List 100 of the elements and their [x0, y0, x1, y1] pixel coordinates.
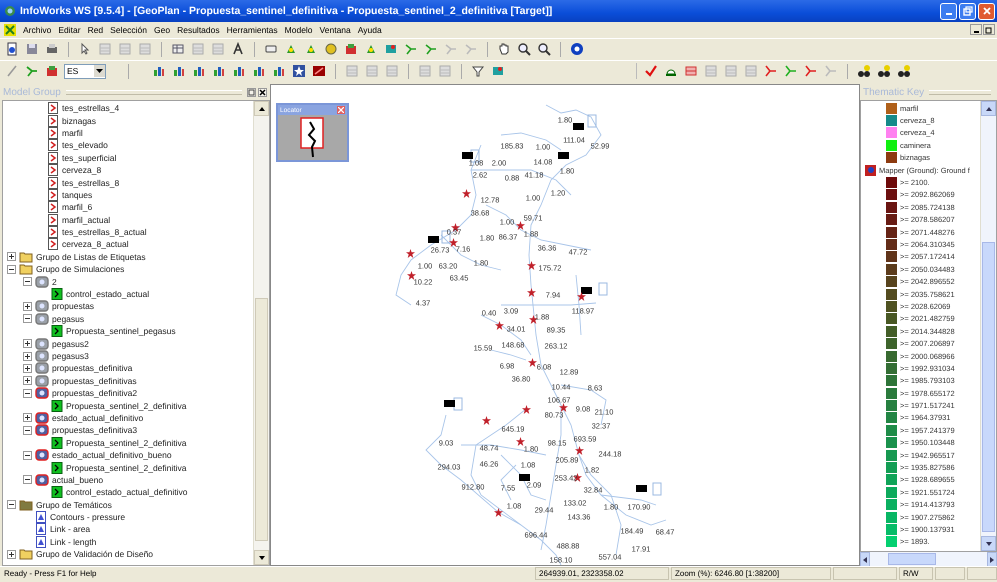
binoculars-icon[interactable] — [856, 63, 872, 79]
tree-toggle[interactable] — [23, 426, 32, 435]
tree-item[interactable]: estado_actual_definitivo — [52, 412, 144, 423]
document-icon — [51, 436, 63, 449]
star-icon[interactable] — [559, 403, 568, 412]
star-icon[interactable] — [527, 261, 536, 270]
star-icon[interactable] — [516, 221, 525, 230]
menu-item[interactable]: Ayuda — [358, 24, 382, 34]
tree-item[interactable]: Grupo de Validación de Diseño — [36, 549, 154, 560]
star-icon[interactable] — [406, 249, 415, 258]
tree-toggle[interactable] — [7, 252, 16, 262]
branch-icon[interactable] — [763, 63, 779, 79]
star-icon[interactable] — [516, 437, 525, 446]
tree-item[interactable]: biznagas — [62, 116, 96, 126]
tree-item[interactable]: tes_estrellas_8_actual — [62, 227, 147, 238]
star-icon[interactable] — [577, 292, 586, 301]
tree-item[interactable]: tes_elevado — [62, 140, 108, 150]
tree-toggle[interactable] — [7, 264, 16, 274]
scrollbar[interactable] — [253, 101, 269, 565]
tree-item[interactable]: tes_estrellas_4 — [62, 103, 120, 114]
tree-item[interactable]: propuestas — [52, 301, 94, 312]
restore-button[interactable] — [983, 24, 995, 35]
menu-item[interactable]: Archivo — [23, 24, 52, 34]
tree-item[interactable]: pegasus2 — [52, 338, 89, 349]
tree-item[interactable]: Grupo de Temáticos — [36, 500, 112, 510]
close-button[interactable] — [258, 88, 267, 96]
tree-item[interactable]: tes_superficial — [62, 152, 116, 163]
tree-item[interactable]: Grupo de Simulaciones — [36, 264, 124, 274]
menu-item[interactable]: Ventana — [320, 24, 351, 34]
tree-toggle[interactable] — [23, 475, 32, 484]
pin-button[interactable] — [247, 88, 256, 96]
binoculars-icon[interactable] — [896, 63, 912, 79]
tree-item[interactable]: tanques — [62, 190, 92, 200]
zoom-out-icon[interactable] — [536, 41, 552, 57]
tree-item[interactable]: Grupo de Listas de Etiquetas — [36, 252, 146, 262]
star-icon[interactable] — [528, 358, 537, 367]
tree-item[interactable]: marfil_6 — [62, 202, 92, 212]
tree-item[interactable]: Propuesta_sentinel_2_definitiva — [66, 400, 187, 411]
tree-item[interactable]: control_estado_actual_definitivo — [66, 487, 188, 498]
menu-item[interactable]: Resultados — [177, 24, 220, 34]
tree-item[interactable]: cerveza_8 — [62, 165, 102, 176]
tree-item[interactable]: Link - length — [50, 536, 96, 547]
star-icon[interactable] — [495, 321, 504, 330]
tree-toggle[interactable] — [7, 550, 16, 559]
tree-item[interactable]: propuestas_definitiva3 — [52, 425, 138, 436]
tree-item[interactable]: propuestas_definitivas — [52, 376, 137, 386]
tree-item[interactable]: cerveza_8_actual — [62, 239, 129, 250]
tree-item[interactable]: Link - area — [50, 524, 90, 534]
star-icon[interactable] — [449, 238, 458, 247]
tree-toggle[interactable] — [23, 277, 32, 286]
star-icon[interactable] — [527, 288, 536, 297]
tree-item[interactable]: Propuesta_sentinel_2_definitiva — [66, 462, 187, 473]
tree-item[interactable]: control_estado_actual — [66, 289, 150, 300]
tree-item[interactable]: Contours - pressure — [50, 512, 126, 522]
menu-item[interactable]: Herramientas — [226, 24, 278, 34]
tree-toggle[interactable] — [7, 500, 16, 510]
star-icon[interactable] — [482, 416, 491, 425]
scrollbar[interactable] — [980, 101, 996, 551]
menu-item[interactable]: Red — [88, 24, 104, 34]
arrow-down-icon — [258, 554, 266, 562]
star-icon[interactable] — [522, 405, 531, 414]
tree-item[interactable]: estado_actual_definitivo_bueno — [52, 450, 172, 460]
tree-item[interactable]: tes_estrellas_8 — [62, 178, 120, 188]
binoculars-icon[interactable] — [876, 63, 892, 79]
star-icon[interactable] — [462, 189, 471, 198]
zoom-in-icon[interactable] — [516, 41, 532, 57]
tree-item[interactable]: Propuesta_sentinel_2_definitiva — [66, 438, 187, 448]
menu-item[interactable]: Modelo — [284, 24, 313, 34]
tree-item[interactable]: propuestas_definitiva — [52, 363, 132, 374]
tree-item[interactable]: actual_bueno — [52, 474, 104, 485]
tree-toggle[interactable] — [23, 352, 32, 360]
star-icon[interactable] — [494, 508, 503, 517]
tree-item[interactable]: marfil — [62, 128, 83, 138]
tree-item[interactable]: pegasus3 — [52, 351, 89, 361]
tree-item[interactable]: marfil_actual — [62, 214, 110, 225]
panel-title: Model Group — [3, 86, 61, 98]
menu-item[interactable]: Selección — [110, 24, 148, 34]
tree-toggle[interactable] — [23, 376, 32, 386]
branch-icon[interactable] — [803, 63, 819, 79]
star-icon[interactable] — [575, 446, 584, 455]
selection-dropdown[interactable]: ES — [64, 64, 106, 78]
scrollbar[interactable] — [860, 552, 997, 566]
tree-item[interactable]: propuestas_definitiva2 — [52, 388, 138, 398]
tree-item[interactable]: 2 — [52, 276, 57, 287]
tree-toggle[interactable] — [23, 364, 32, 373]
tree-toggle[interactable] — [23, 450, 32, 460]
globe-icon[interactable] — [569, 41, 585, 57]
tree-toggle[interactable] — [23, 388, 32, 398]
check-icon[interactable] — [643, 63, 659, 79]
menu-item[interactable]: Geo — [154, 24, 170, 34]
star-icon[interactable] — [407, 271, 416, 280]
tree-toggle[interactable] — [23, 413, 32, 422]
tree-item[interactable]: Propuesta_sentinel_pegasus — [66, 326, 176, 336]
star-icon[interactable] — [291, 63, 307, 79]
tree-item[interactable]: pegasus — [52, 314, 84, 324]
minimize-button[interactable] — [970, 24, 982, 35]
tree-toggle[interactable] — [23, 314, 32, 324]
tree-toggle[interactable] — [23, 339, 32, 348]
tree-toggle[interactable] — [23, 302, 32, 311]
menu-item[interactable]: Editar — [58, 24, 81, 34]
